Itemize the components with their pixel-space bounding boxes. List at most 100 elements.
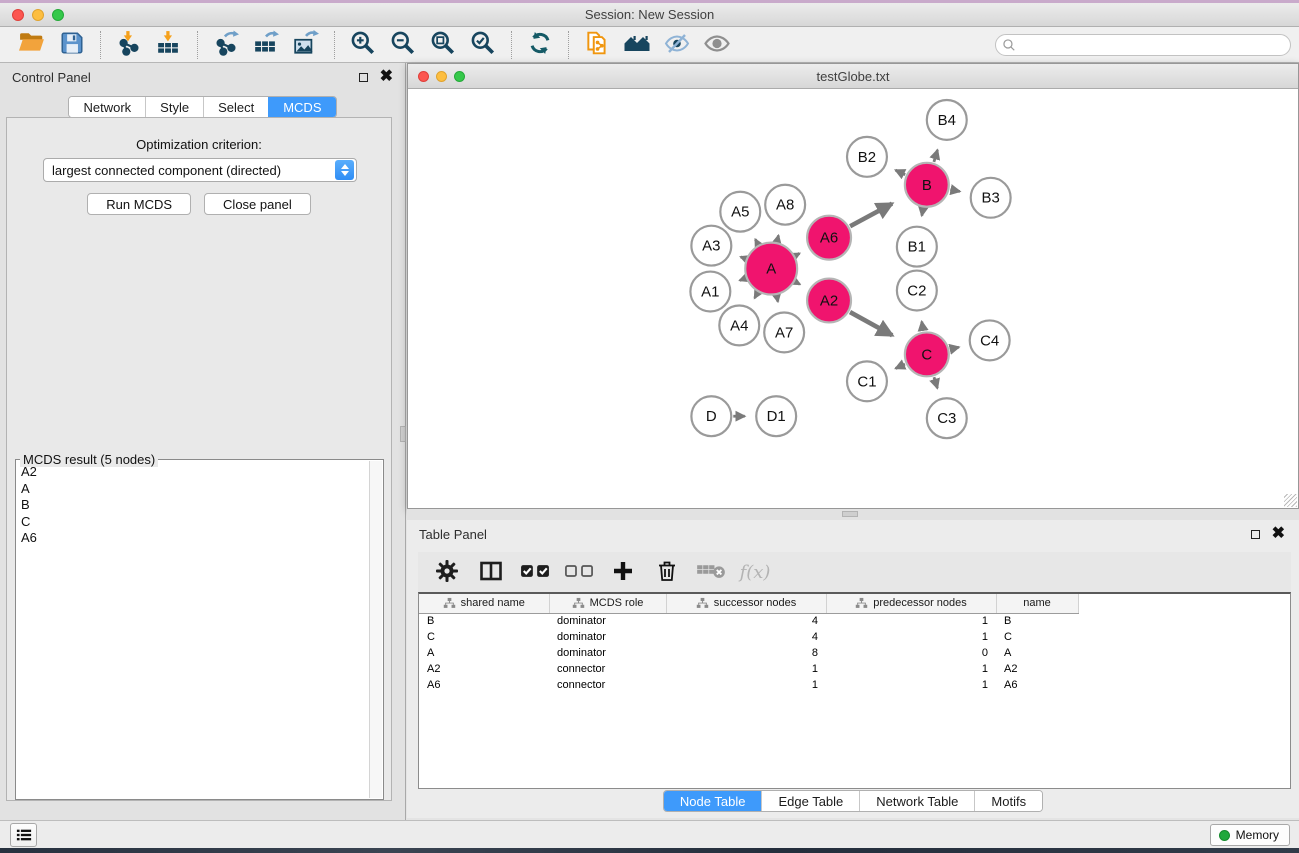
cell-predecessor-nodes[interactable]: 1 [826, 661, 996, 677]
refresh-button[interactable] [524, 30, 556, 60]
node-C3[interactable]: C3 [927, 398, 967, 438]
cell-shared-name[interactable]: A2 [419, 661, 549, 677]
float-panel-icon[interactable] [359, 73, 368, 82]
node-C2[interactable]: C2 [897, 271, 937, 311]
edge-A-A5[interactable] [755, 239, 757, 244]
column-header-mcds-role[interactable]: MCDS role [549, 594, 666, 613]
cell-shared-name[interactable]: C [419, 629, 549, 645]
tab-network[interactable]: Network [69, 97, 145, 117]
table-row[interactable]: A6connector11A6 [419, 677, 1290, 693]
edge-A-A3[interactable] [741, 257, 745, 259]
window-resize-grip[interactable] [1284, 494, 1297, 507]
node-C[interactable]: C [905, 332, 949, 376]
node-A3[interactable]: A3 [691, 226, 731, 266]
node-A4[interactable]: A4 [719, 305, 759, 345]
run-mcds-button[interactable]: Run MCDS [87, 193, 191, 215]
table-row[interactable]: Cdominator41C [419, 629, 1290, 645]
open-file-button[interactable] [16, 30, 48, 60]
cell-mcds-role[interactable]: connector [549, 677, 666, 693]
tab-edge-table[interactable]: Edge Table [761, 791, 859, 811]
select-all-rows-button[interactable] [520, 557, 550, 587]
cell-successor-nodes[interactable]: 4 [666, 629, 826, 645]
column-header-name[interactable]: name [996, 594, 1078, 613]
cell-successor-nodes[interactable]: 1 [666, 661, 826, 677]
node-B1[interactable]: B1 [897, 227, 937, 267]
node-C4[interactable]: C4 [970, 320, 1010, 360]
node-B2[interactable]: B2 [847, 137, 887, 177]
table-row[interactable]: Bdominator41B [419, 613, 1290, 629]
split-view-button[interactable] [476, 557, 506, 587]
export-network-button[interactable] [210, 30, 242, 60]
tab-style[interactable]: Style [145, 97, 203, 117]
close-panel-icon[interactable]: ✖ [380, 71, 393, 83]
edge-A-A7[interactable] [777, 296, 778, 302]
criterion-dropdown[interactable]: largest connected component (directed) [43, 158, 357, 182]
search-input[interactable] [995, 34, 1291, 56]
home-button[interactable] [621, 30, 653, 60]
cell-name[interactable]: A2 [996, 661, 1078, 677]
cell-predecessor-nodes[interactable]: 0 [826, 645, 996, 661]
export-image-button[interactable] [290, 30, 322, 60]
float-table-panel-icon[interactable] [1251, 530, 1260, 539]
import-network-button[interactable] [113, 30, 145, 60]
column-header-shared-name[interactable]: shared name [419, 594, 549, 613]
mcds-result-item[interactable]: A2 [17, 464, 369, 481]
node-A7[interactable]: A7 [764, 312, 804, 352]
cell-shared-name[interactable]: B [419, 613, 549, 629]
close-table-panel-icon[interactable]: ✖ [1272, 528, 1285, 540]
node-B[interactable]: B [905, 163, 949, 207]
edge-C-C2[interactable] [922, 322, 923, 331]
cell-shared-name[interactable]: A6 [419, 677, 549, 693]
edge-B-B4[interactable] [934, 150, 938, 162]
add-column-button[interactable] [608, 557, 638, 587]
edge-B-B3[interactable] [950, 190, 960, 192]
deselect-all-rows-button[interactable] [564, 557, 594, 587]
zoom-out-button[interactable] [387, 30, 419, 60]
mcds-result-item[interactable]: B [17, 497, 369, 514]
hide-visual-button[interactable] [661, 30, 693, 60]
cell-shared-name[interactable]: A [419, 645, 549, 661]
cell-successor-nodes[interactable]: 1 [666, 677, 826, 693]
edge-C-C1[interactable] [896, 364, 905, 368]
column-header-predecessor-nodes[interactable]: predecessor nodes [826, 594, 996, 613]
zoom-fit-button[interactable] [427, 30, 459, 60]
show-visual-button[interactable] [701, 30, 733, 60]
mcds-result-item[interactable]: C [17, 514, 369, 531]
cell-name[interactable]: A [996, 645, 1078, 661]
node-A[interactable]: A [745, 243, 797, 295]
node-D[interactable]: D [691, 396, 731, 436]
edge-C-C4[interactable] [950, 347, 959, 349]
horizontal-splitter-grip[interactable] [842, 511, 858, 517]
table-row[interactable]: A2connector11A2 [419, 661, 1290, 677]
zoom-selected-button[interactable] [467, 30, 499, 60]
node-A1[interactable]: A1 [690, 272, 730, 312]
column-header-successor-nodes[interactable]: successor nodes [666, 594, 826, 613]
node-A6[interactable]: A6 [807, 216, 851, 260]
close-panel-button[interactable]: Close panel [204, 193, 311, 215]
edge-A-A6[interactable] [796, 253, 800, 255]
edge-A-A4[interactable] [755, 293, 758, 298]
edge-A-A1[interactable] [740, 278, 745, 280]
cell-predecessor-nodes[interactable]: 1 [826, 629, 996, 645]
mcds-result-list[interactable]: A2ABCA6 [17, 462, 369, 798]
tab-node-table[interactable]: Node Table [664, 791, 762, 811]
edge-C-C3[interactable] [934, 377, 937, 388]
node-A8[interactable]: A8 [765, 185, 805, 225]
vertical-splitter-grip[interactable] [400, 426, 406, 442]
cell-successor-nodes[interactable]: 8 [666, 645, 826, 661]
node-B4[interactable]: B4 [927, 100, 967, 140]
cell-name[interactable]: A6 [996, 677, 1078, 693]
save-session-button[interactable] [56, 30, 88, 60]
cell-mcds-role[interactable]: connector [549, 661, 666, 677]
mcds-result-item[interactable]: A [17, 481, 369, 498]
zoom-in-button[interactable] [347, 30, 379, 60]
cell-name[interactable]: C [996, 629, 1078, 645]
tab-network-table[interactable]: Network Table [859, 791, 974, 811]
cell-successor-nodes[interactable]: 4 [666, 613, 826, 629]
node-A5[interactable]: A5 [720, 192, 760, 232]
tab-select[interactable]: Select [203, 97, 268, 117]
cell-predecessor-nodes[interactable]: 1 [826, 677, 996, 693]
tab-motifs[interactable]: Motifs [974, 791, 1042, 811]
node-B3[interactable]: B3 [971, 178, 1011, 218]
edge-A6-B[interactable] [850, 204, 892, 227]
